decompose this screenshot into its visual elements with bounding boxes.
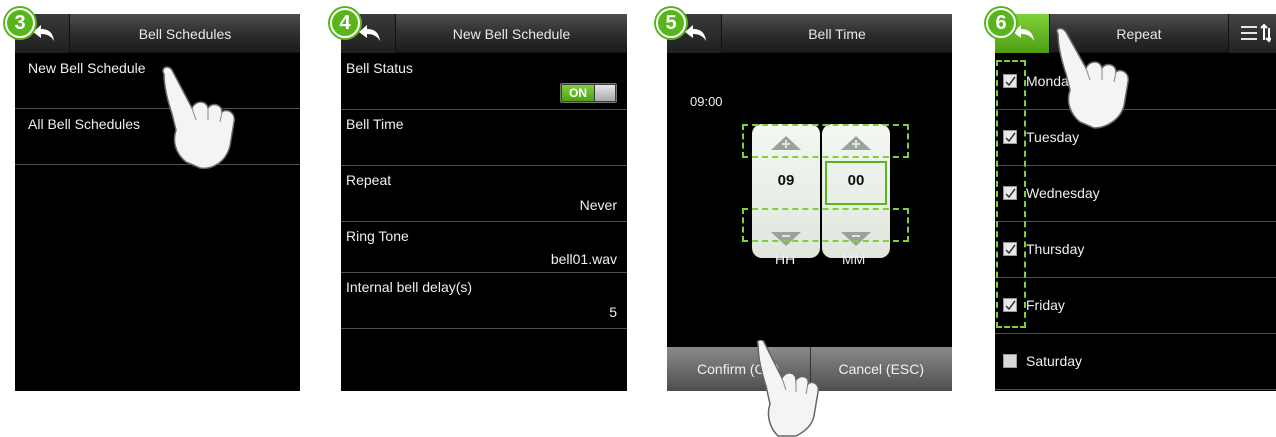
time-display: 09:00 <box>690 94 723 109</box>
page-title: Bell Schedules <box>138 26 232 42</box>
hour-label: HH <box>775 251 796 267</box>
step-badge-6: 6 <box>986 8 1016 38</box>
bell-status-toggle[interactable]: ON <box>560 83 617 103</box>
screen-new-bell-schedule: New Bell Schedule Bell Status ON Bell Ti… <box>341 14 627 391</box>
row-value: Never <box>579 197 617 213</box>
row-repeat[interactable]: Repeat Never <box>341 166 627 222</box>
pointing-hand-icon <box>162 66 235 170</box>
pointing-hand-icon <box>1056 28 1129 129</box>
step-badge-4: 4 <box>330 8 360 38</box>
title-bar: Bell Time <box>667 14 952 53</box>
up-buttons-highlight <box>742 124 909 158</box>
row-internal-bell-delay[interactable]: Internal bell delay(s) 5 <box>341 273 627 329</box>
day-label: Friday <box>1026 297 1065 313</box>
checkboxes-highlight <box>996 60 1026 328</box>
day-row-friday[interactable]: Friday <box>995 278 1276 334</box>
page-title: Bell Time <box>808 26 866 42</box>
row-value: bell01.wav <box>550 251 617 267</box>
sort-icon <box>1241 24 1271 43</box>
row-label: Ring Tone <box>346 228 409 244</box>
page-title: New Bell Schedule <box>452 26 571 42</box>
row-label: Internal bell delay(s) <box>346 279 473 295</box>
day-row-thursday[interactable]: Thursday <box>995 222 1276 278</box>
day-label: Tuesday <box>1026 129 1080 145</box>
pointing-hand-icon <box>756 340 820 437</box>
checkbox-unchecked[interactable] <box>1003 354 1017 368</box>
toggle-state: ON <box>562 85 594 101</box>
hour-value: 09 <box>777 172 795 189</box>
sort-button[interactable] <box>1228 14 1276 53</box>
row-label: Bell Time <box>346 116 404 132</box>
day-label: Thursday <box>1026 241 1085 257</box>
step-badge-3: 3 <box>5 8 35 38</box>
day-row-wednesday[interactable]: Wednesday <box>995 166 1276 222</box>
menu-item-label: All Bell Schedules <box>28 116 141 132</box>
title-bar: New Bell Schedule <box>341 14 627 53</box>
down-buttons-highlight <box>742 208 909 242</box>
row-label: Repeat <box>346 172 392 188</box>
minute-label: MM <box>842 251 866 267</box>
back-arrow-icon <box>359 25 380 41</box>
row-bell-time[interactable]: Bell Time <box>341 110 627 166</box>
day-row-saturday[interactable]: Saturday <box>995 334 1276 390</box>
minute-value[interactable]: 00 <box>822 172 890 189</box>
day-label: Wednesday <box>1026 185 1100 201</box>
row-value: 5 <box>609 304 617 320</box>
row-bell-status[interactable]: Bell Status ON <box>341 54 627 110</box>
back-arrow-icon <box>685 25 706 41</box>
title-bar: Bell Schedules <box>15 14 300 53</box>
row-label: Bell Status <box>346 60 413 76</box>
day-label: Saturday <box>1026 353 1083 369</box>
row-ring-tone[interactable]: Ring Tone bell01.wav <box>341 222 627 273</box>
menu-item-label: New Bell Schedule <box>28 60 146 76</box>
screen-bell-time: Bell Time 09:00 09 00 HH MM Confirm (OK)… <box>667 14 952 391</box>
step-badge-5: 5 <box>656 8 686 38</box>
toggle-knob <box>595 85 615 101</box>
